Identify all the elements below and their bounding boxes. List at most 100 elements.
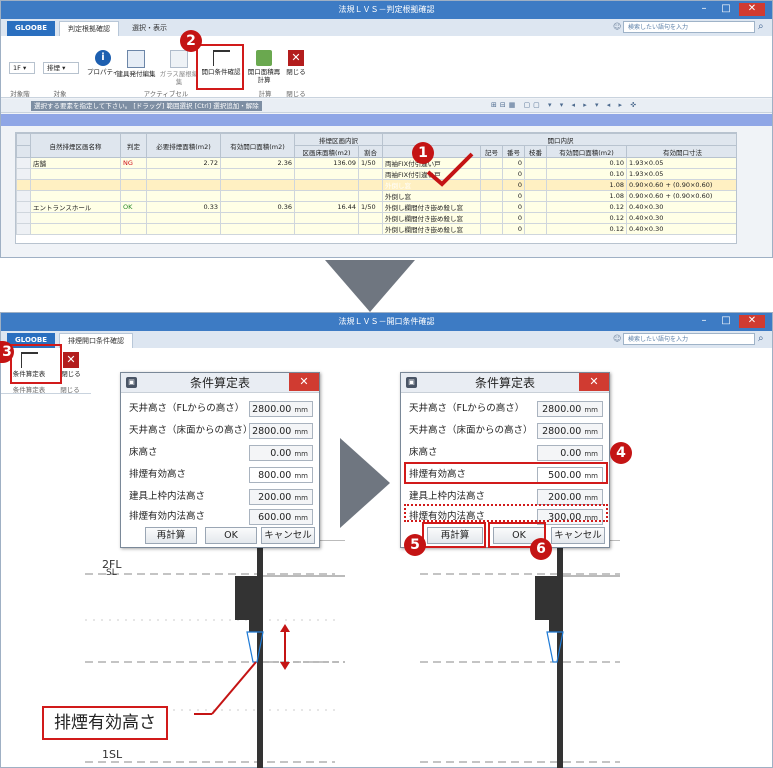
- group-calc: 計算: [258, 90, 272, 98]
- search-input[interactable]: 検索したい語句を入力: [623, 21, 755, 33]
- tab-gloobe[interactable]: GLOOBE: [7, 21, 55, 36]
- top-window: 法規ＬＶＳ－判定根拠確認 – □ ✕ GLOOBE 判定根拠確認 選択・表示 ☺…: [0, 0, 773, 258]
- down-arrow-icon: [325, 260, 415, 312]
- cancel-button[interactable]: キャンセル: [551, 527, 605, 544]
- col-judgement[interactable]: 判定: [120, 133, 147, 158]
- ribbon-tabs: GLOOBE 排煙開口条件確認 ☺ 検索したい語句を入力 ⌕: [1, 331, 772, 348]
- smoke-inner-height-label: 排煙有効内法高さ: [129, 511, 206, 522]
- ceiling-height-floor-label: 天井高さ（床面からの高さ）: [129, 425, 253, 436]
- floor-height-field[interactable]: 0.00 mm: [249, 445, 313, 461]
- table-row[interactable]: 外倒し欄間付き嵌め殺し窓 0 0.12 0.40×0.30: [16, 212, 736, 224]
- hint-text: 選択する要素を指定して下さい。 [ドラッグ] 範囲選択 [Ctrl] 選択追加・…: [31, 101, 262, 111]
- level-label-sl: SL: [106, 568, 117, 578]
- table-row[interactable]: エントランスホール OK 0.33 0.36 16.44 1/50 外倒し欄間付…: [16, 201, 736, 213]
- col-number[interactable]: 番号: [502, 145, 525, 158]
- cancel-button[interactable]: キャンセル: [261, 527, 315, 544]
- ceiling-height-fl-field[interactable]: 2800.00 mm: [537, 401, 603, 417]
- dialog-close-button[interactable]: ✕: [579, 373, 609, 391]
- floor-height-label: 床高さ: [129, 447, 158, 458]
- callout-label-smoke-height: 排煙有効高さ: [42, 706, 168, 740]
- table-row[interactable]: 店舗 NG 2.72 2.36 136.09 1/50 両袖FIX付引違い戸 0…: [16, 157, 736, 169]
- highlight-opening-condition-button: [196, 44, 244, 90]
- table-row[interactable]: 両袖FIX付引違い戸 0 0.10 1.93×0.05: [16, 168, 736, 180]
- table-row[interactable]: 外倒し窓 0 1.08 0.90×0.60 + (0.90×0.60): [16, 190, 736, 202]
- highlight-recalculate-button: [422, 522, 486, 548]
- step-badge-4: 4: [610, 442, 632, 464]
- col-ratio[interactable]: 割合: [358, 145, 383, 158]
- col-branch[interactable]: 枝番: [524, 145, 547, 158]
- glass-roof-icon: [170, 50, 188, 68]
- floor-height-field[interactable]: 0.00 mm: [537, 445, 603, 461]
- ceiling-height-floor-field[interactable]: 2800.00 mm: [537, 423, 603, 439]
- ceiling-height-fl-label: 天井高さ（FLからの高さ）: [129, 403, 245, 414]
- close-ribbon-button[interactable]: ✕ 閉じる: [59, 352, 83, 378]
- smoke-effective-height-label: 排煙有効高さ: [129, 469, 187, 480]
- dialog-app-icon: ▣: [126, 377, 137, 388]
- minimize-button[interactable]: –: [693, 3, 715, 16]
- section-drawing-after: [420, 540, 620, 768]
- tab-judgement[interactable]: 判定根拠確認: [59, 21, 119, 36]
- view-toolbar-icons[interactable]: ⊞⊟▦ ▢▢ ▾ ▾ ◂ ▸ ▾ ◂ ▸ ✜: [491, 101, 771, 111]
- fitting-head-height-field[interactable]: 200.00 mm: [249, 489, 313, 505]
- step-badge-6: 6: [530, 538, 552, 560]
- ribbon: 1F ▾ 排煙 ▾ i プロパティ 建具発付編集 ガラス屋根編集 開口条件確認 …: [1, 36, 772, 98]
- dialog-close-button[interactable]: ✕: [289, 373, 319, 391]
- col-opening-area[interactable]: 有効開口面積(m2): [546, 145, 627, 158]
- title-bar: 法規ＬＶＳ－判定根拠確認: [1, 1, 772, 19]
- step-badge-2: 2: [180, 30, 202, 52]
- result-table: 自然排煙区画名称 判定 必要排煙面積(m2) 有効開口面積(m2) 排煙区画内訳…: [16, 133, 736, 235]
- group-condition-table: 条件算定表: [12, 386, 46, 394]
- floor-height-label: 床高さ: [409, 447, 438, 458]
- fitting-head-height-label: 建具上枠内法高さ: [129, 491, 206, 502]
- smoke-inner-height-field[interactable]: 600.00 mm: [249, 509, 313, 525]
- ceiling-height-fl-field[interactable]: 2800.00 mm: [249, 401, 313, 417]
- help-icon[interactable]: ☺: [613, 334, 621, 343]
- search-input[interactable]: 検索したい語句を入力: [623, 333, 755, 345]
- col-section-name[interactable]: 自然排煙区画名称: [30, 133, 121, 158]
- recalculate-button[interactable]: 再計算: [145, 527, 197, 544]
- close-icon: ✕: [63, 352, 79, 368]
- tab-select-display[interactable]: 選択・表示: [124, 21, 175, 36]
- col-required-area[interactable]: 必要排煙面積(m2): [146, 133, 221, 158]
- info-icon: i: [95, 50, 111, 66]
- table-row-selected[interactable]: 外倒し窓 0 1.08 0.90×0.60 + (0.90×0.60): [16, 179, 736, 191]
- ceiling-height-floor-field[interactable]: 2800.00 mm: [249, 423, 313, 439]
- col-opening-size[interactable]: 有効開口寸法: [625, 145, 736, 158]
- floor-select[interactable]: 1F ▾: [9, 62, 35, 74]
- col-floor-area[interactable]: 区画床面積(m2): [294, 145, 359, 158]
- close-icon: ✕: [288, 50, 304, 66]
- group-close: 閉じる: [286, 90, 306, 98]
- recalc-area-button[interactable]: 開口面積再計算: [245, 50, 283, 84]
- tab-opening-condition[interactable]: 排煙開口条件確認: [59, 333, 133, 348]
- dialog-title: 条件算定表: [401, 373, 609, 393]
- col-effective-area[interactable]: 有効開口面積(m2): [220, 133, 295, 158]
- close-ribbon-button[interactable]: ✕ 閉じる: [285, 50, 307, 76]
- group-header-opening: 開口内訳: [381, 133, 736, 146]
- minimize-button[interactable]: –: [693, 315, 715, 328]
- maximize-button[interactable]: □: [715, 315, 737, 328]
- title-bar: 法規ＬＶＳ－開口条件確認: [1, 313, 772, 331]
- step-badge-5: 5: [404, 534, 426, 556]
- maximize-button[interactable]: □: [715, 3, 737, 16]
- window-title: 法規ＬＶＳ－判定根拠確認: [338, 5, 435, 14]
- search-icon[interactable]: ⌕: [758, 333, 764, 344]
- close-button[interactable]: ✕: [739, 315, 765, 328]
- fitting-head-height-field[interactable]: 200.00 mm: [537, 489, 603, 505]
- col-symbol[interactable]: 記号: [480, 145, 503, 158]
- highlight-condition-table-button: [10, 344, 62, 384]
- right-arrow-icon: [340, 438, 390, 528]
- search-icon[interactable]: ⌕: [758, 21, 764, 32]
- glass-roof-edit-button[interactable]: ガラス屋根編集: [159, 50, 199, 86]
- close-button[interactable]: ✕: [739, 3, 765, 16]
- group-close: 閉じる: [60, 386, 80, 394]
- status-ng[interactable]: NG: [120, 157, 147, 169]
- status-ok[interactable]: OK: [120, 201, 147, 213]
- table-row[interactable]: 外倒し欄間付き嵌め殺し窓 0 0.12 0.40×0.30: [16, 223, 736, 235]
- smoke-effective-height-field[interactable]: 800.00 mm: [249, 467, 313, 483]
- ok-button[interactable]: OK: [205, 527, 257, 544]
- kind-select[interactable]: 排煙 ▾: [43, 62, 79, 74]
- help-icon[interactable]: ☺: [613, 22, 621, 31]
- fitting-edit-button[interactable]: 建具発付編集: [115, 50, 157, 78]
- dialog-app-icon: ▣: [406, 377, 417, 388]
- highlight-smoke-effective-height: [404, 462, 608, 484]
